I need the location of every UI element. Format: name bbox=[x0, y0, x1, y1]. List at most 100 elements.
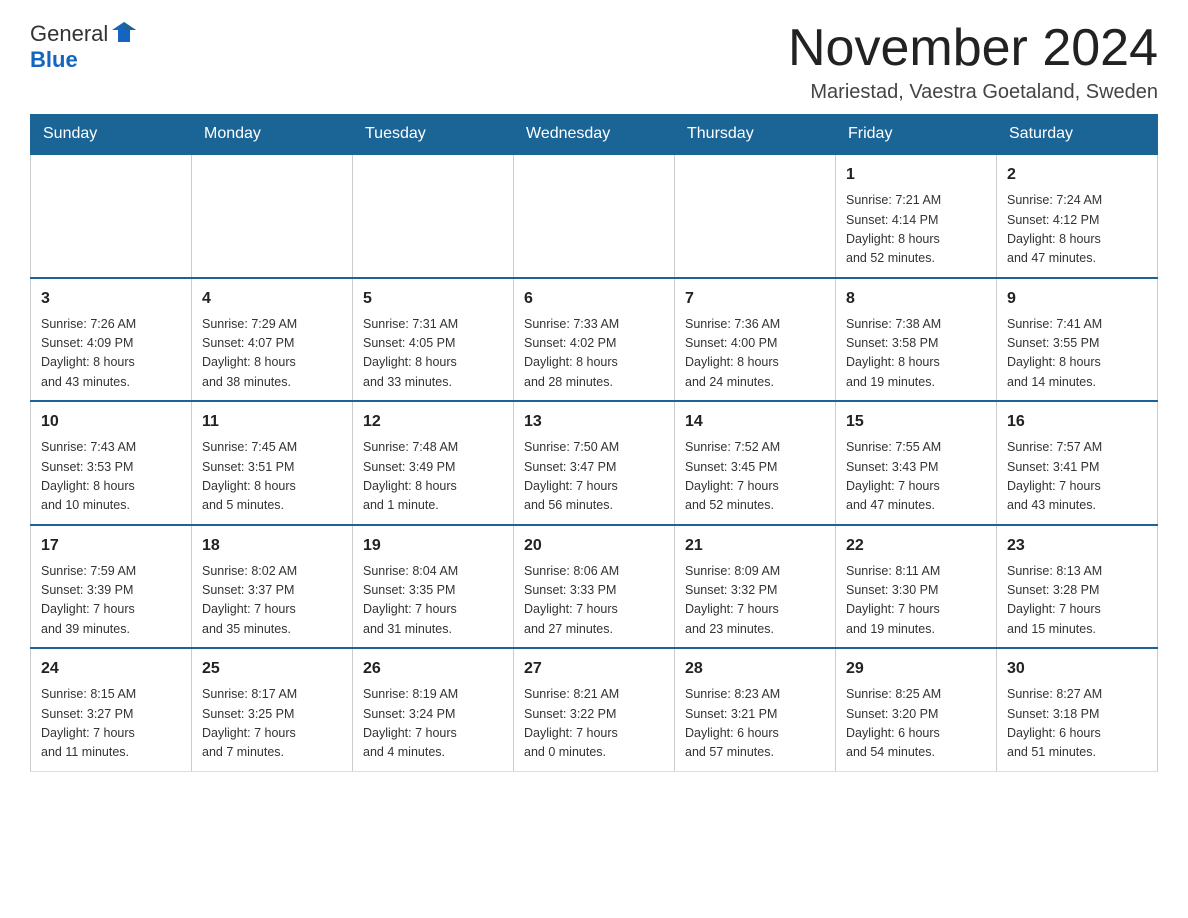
week-row-4: 17 Sunrise: 7:59 AM Sunset: 3:39 PM Dayli… bbox=[31, 525, 1158, 649]
col-wednesday: Wednesday bbox=[514, 115, 675, 155]
calendar-cell: 20 Sunrise: 8:06 AM Sunset: 3:33 PM Dayli… bbox=[514, 525, 675, 649]
calendar-cell bbox=[192, 154, 353, 278]
day-number: 7 bbox=[685, 287, 825, 311]
day-info: Sunrise: 8:11 AM Sunset: 3:30 PM Dayligh… bbox=[846, 562, 986, 640]
calendar-cell: 24 Sunrise: 8:15 AM Sunset: 3:27 PM Dayli… bbox=[31, 648, 192, 771]
calendar-cell: 8 Sunrise: 7:38 AM Sunset: 3:58 PM Daylig… bbox=[836, 278, 997, 402]
day-info: Sunrise: 7:50 AM Sunset: 3:47 PM Dayligh… bbox=[524, 438, 664, 516]
day-info: Sunrise: 7:48 AM Sunset: 3:49 PM Dayligh… bbox=[363, 438, 503, 516]
day-number: 20 bbox=[524, 534, 664, 558]
calendar-cell: 17 Sunrise: 7:59 AM Sunset: 3:39 PM Dayli… bbox=[31, 525, 192, 649]
day-number: 3 bbox=[41, 287, 181, 311]
day-info: Sunrise: 8:09 AM Sunset: 3:32 PM Dayligh… bbox=[685, 562, 825, 640]
day-number: 18 bbox=[202, 534, 342, 558]
day-info: Sunrise: 8:21 AM Sunset: 3:22 PM Dayligh… bbox=[524, 685, 664, 763]
calendar-cell bbox=[514, 154, 675, 278]
calendar-cell: 11 Sunrise: 7:45 AM Sunset: 3:51 PM Dayli… bbox=[192, 401, 353, 525]
day-number: 21 bbox=[685, 534, 825, 558]
calendar-cell: 3 Sunrise: 7:26 AM Sunset: 4:09 PM Daylig… bbox=[31, 278, 192, 402]
month-year-title: November 2024 bbox=[788, 20, 1158, 77]
week-row-2: 3 Sunrise: 7:26 AM Sunset: 4:09 PM Daylig… bbox=[31, 278, 1158, 402]
logo: General Blue bbox=[30, 20, 138, 72]
day-info: Sunrise: 8:25 AM Sunset: 3:20 PM Dayligh… bbox=[846, 685, 986, 763]
day-number: 15 bbox=[846, 410, 986, 434]
day-number: 17 bbox=[41, 534, 181, 558]
day-info: Sunrise: 8:19 AM Sunset: 3:24 PM Dayligh… bbox=[363, 685, 503, 763]
calendar-cell: 28Sunrise: 8:23 AM Sunset: 3:21 PM Dayli… bbox=[675, 648, 836, 771]
day-number: 1 bbox=[846, 163, 986, 187]
day-number: 6 bbox=[524, 287, 664, 311]
calendar-cell: 7 Sunrise: 7:36 AM Sunset: 4:00 PM Daylig… bbox=[675, 278, 836, 402]
day-number: 29 bbox=[846, 657, 986, 681]
day-number: 13 bbox=[524, 410, 664, 434]
calendar-cell: 22 Sunrise: 8:11 AM Sunset: 3:30 PM Dayli… bbox=[836, 525, 997, 649]
day-info: Sunrise: 7:45 AM Sunset: 3:51 PM Dayligh… bbox=[202, 438, 342, 516]
day-info: Sunrise: 7:43 AM Sunset: 3:53 PM Dayligh… bbox=[41, 438, 181, 516]
day-number: 24 bbox=[41, 657, 181, 681]
day-number: 11 bbox=[202, 410, 342, 434]
calendar-cell: 1 Sunrise: 7:21 AM Sunset: 4:14 PM Daylig… bbox=[836, 154, 997, 278]
day-info: Sunrise: 8:15 AM Sunset: 3:27 PM Dayligh… bbox=[41, 685, 181, 763]
day-info: Sunrise: 8:02 AM Sunset: 3:37 PM Dayligh… bbox=[202, 562, 342, 640]
day-info: Sunrise: 8:04 AM Sunset: 3:35 PM Dayligh… bbox=[363, 562, 503, 640]
calendar-table: Sunday Monday Tuesday Wednesday Thursday… bbox=[30, 114, 1158, 772]
day-number: 25 bbox=[202, 657, 342, 681]
day-info: Sunrise: 7:21 AM Sunset: 4:14 PM Dayligh… bbox=[846, 191, 986, 269]
day-info: Sunrise: 8:13 AM Sunset: 3:28 PM Dayligh… bbox=[1007, 562, 1147, 640]
col-thursday: Thursday bbox=[675, 115, 836, 155]
logo-general-text: General bbox=[30, 22, 108, 46]
calendar-cell bbox=[675, 154, 836, 278]
calendar-header-row: Sunday Monday Tuesday Wednesday Thursday… bbox=[31, 115, 1158, 155]
day-info: Sunrise: 7:29 AM Sunset: 4:07 PM Dayligh… bbox=[202, 315, 342, 393]
day-number: 16 bbox=[1007, 410, 1147, 434]
day-number: 10 bbox=[41, 410, 181, 434]
day-info: Sunrise: 8:23 AM Sunset: 3:21 PM Dayligh… bbox=[685, 685, 825, 763]
day-info: Sunrise: 7:52 AM Sunset: 3:45 PM Dayligh… bbox=[685, 438, 825, 516]
title-block: November 2024 Mariestad, Vaestra Goetala… bbox=[788, 20, 1158, 104]
calendar-cell: 4 Sunrise: 7:29 AM Sunset: 4:07 PM Daylig… bbox=[192, 278, 353, 402]
calendar-cell bbox=[31, 154, 192, 278]
day-info: Sunrise: 8:17 AM Sunset: 3:25 PM Dayligh… bbox=[202, 685, 342, 763]
day-info: Sunrise: 7:31 AM Sunset: 4:05 PM Dayligh… bbox=[363, 315, 503, 393]
logo-blue-text: Blue bbox=[30, 48, 78, 72]
day-number: 8 bbox=[846, 287, 986, 311]
week-row-5: 24 Sunrise: 8:15 AM Sunset: 3:27 PM Dayli… bbox=[31, 648, 1158, 771]
calendar-cell: 13 Sunrise: 7:50 AM Sunset: 3:47 PM Dayli… bbox=[514, 401, 675, 525]
calendar-cell: 23 Sunrise: 8:13 AM Sunset: 3:28 PM Dayli… bbox=[997, 525, 1158, 649]
location-subtitle: Mariestad, Vaestra Goetaland, Sweden bbox=[788, 81, 1158, 104]
day-number: 27 bbox=[524, 657, 664, 681]
day-number: 9 bbox=[1007, 287, 1147, 311]
day-number: 22 bbox=[846, 534, 986, 558]
day-info: Sunrise: 8:06 AM Sunset: 3:33 PM Dayligh… bbox=[524, 562, 664, 640]
day-number: 4 bbox=[202, 287, 342, 311]
day-number: 12 bbox=[363, 410, 503, 434]
calendar-cell: 30 Sunrise: 8:27 AM Sunset: 3:18 PM Dayli… bbox=[997, 648, 1158, 771]
calendar-cell: 14 Sunrise: 7:52 AM Sunset: 3:45 PM Dayli… bbox=[675, 401, 836, 525]
calendar-cell: 6Sunrise: 7:33 AM Sunset: 4:02 PM Daylig… bbox=[514, 278, 675, 402]
day-info: Sunrise: 7:59 AM Sunset: 3:39 PM Dayligh… bbox=[41, 562, 181, 640]
calendar-cell: 29 Sunrise: 8:25 AM Sunset: 3:20 PM Dayli… bbox=[836, 648, 997, 771]
calendar-cell: 15Sunrise: 7:55 AM Sunset: 3:43 PM Dayli… bbox=[836, 401, 997, 525]
calendar-cell: 25 Sunrise: 8:17 AM Sunset: 3:25 PM Dayli… bbox=[192, 648, 353, 771]
day-info: Sunrise: 7:41 AM Sunset: 3:55 PM Dayligh… bbox=[1007, 315, 1147, 393]
calendar-cell: 12 Sunrise: 7:48 AM Sunset: 3:49 PM Dayli… bbox=[353, 401, 514, 525]
week-row-3: 10 Sunrise: 7:43 AM Sunset: 3:53 PM Dayli… bbox=[31, 401, 1158, 525]
day-number: 23 bbox=[1007, 534, 1147, 558]
day-info: Sunrise: 7:26 AM Sunset: 4:09 PM Dayligh… bbox=[41, 315, 181, 393]
calendar-cell: 19Sunrise: 8:04 AM Sunset: 3:35 PM Dayli… bbox=[353, 525, 514, 649]
col-sunday: Sunday bbox=[31, 115, 192, 155]
calendar-cell: 9 Sunrise: 7:41 AM Sunset: 3:55 PM Daylig… bbox=[997, 278, 1158, 402]
calendar-cell: 5Sunrise: 7:31 AM Sunset: 4:05 PM Daylig… bbox=[353, 278, 514, 402]
calendar-cell: 18 Sunrise: 8:02 AM Sunset: 3:37 PM Dayli… bbox=[192, 525, 353, 649]
day-info: Sunrise: 7:36 AM Sunset: 4:00 PM Dayligh… bbox=[685, 315, 825, 393]
day-info: Sunrise: 8:27 AM Sunset: 3:18 PM Dayligh… bbox=[1007, 685, 1147, 763]
day-number: 30 bbox=[1007, 657, 1147, 681]
page-header: General Blue November 2024 Mariestad, Va… bbox=[30, 20, 1158, 104]
day-number: 26 bbox=[363, 657, 503, 681]
calendar-cell: 10 Sunrise: 7:43 AM Sunset: 3:53 PM Dayli… bbox=[31, 401, 192, 525]
day-info: Sunrise: 7:38 AM Sunset: 3:58 PM Dayligh… bbox=[846, 315, 986, 393]
day-info: Sunrise: 7:57 AM Sunset: 3:41 PM Dayligh… bbox=[1007, 438, 1147, 516]
day-number: 14 bbox=[685, 410, 825, 434]
week-row-1: 1 Sunrise: 7:21 AM Sunset: 4:14 PM Daylig… bbox=[31, 154, 1158, 278]
calendar-cell: 16 Sunrise: 7:57 AM Sunset: 3:41 PM Dayli… bbox=[997, 401, 1158, 525]
